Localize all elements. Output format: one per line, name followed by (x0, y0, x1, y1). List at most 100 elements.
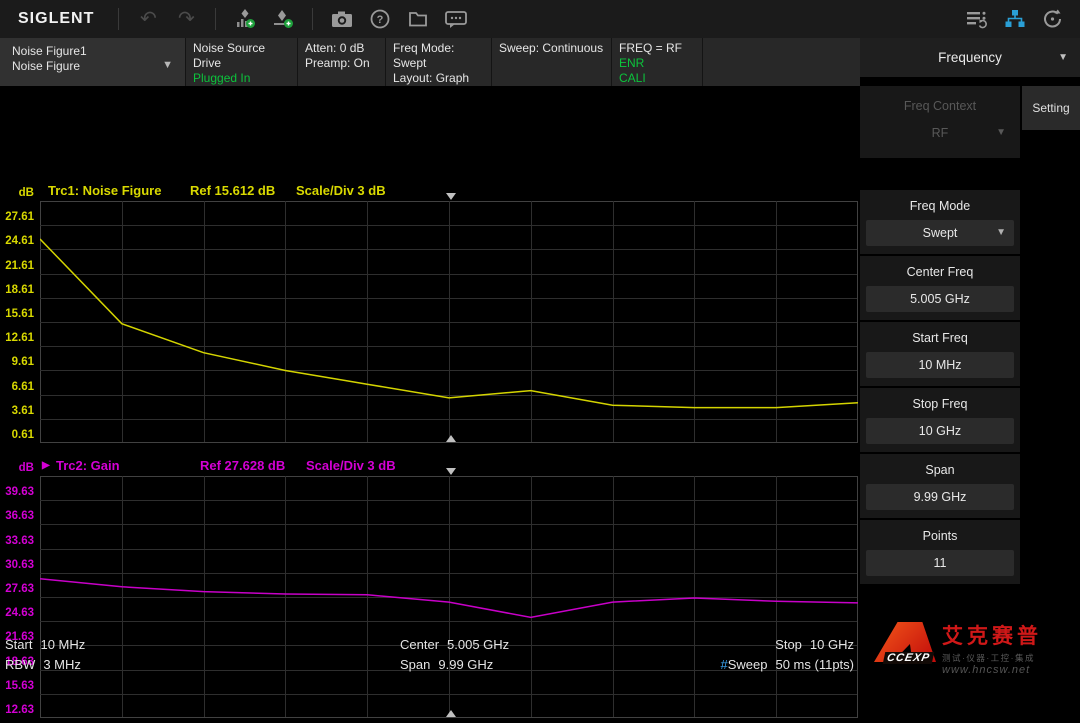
menu-item-label: Freq Mode (860, 199, 1020, 213)
center-freq-field[interactable]: 5.005 GHz (866, 286, 1014, 312)
span-field[interactable]: 9.99 GHz (866, 484, 1014, 510)
y-axis-tick-label: 27.61 (0, 209, 34, 225)
preamp-value: Preamp: On (305, 56, 378, 71)
split-handle-bottom[interactable] (446, 710, 456, 717)
y-axis-tick-label: 33.63 (0, 533, 34, 549)
mode-status: Freq Mode: Swept Layout: Graph DUT:Ampli… (386, 38, 492, 86)
preset-list-icon (964, 8, 990, 30)
menu-item-points[interactable]: Points 11 (860, 520, 1020, 584)
history-button[interactable] (1034, 4, 1072, 34)
add-marker-button[interactable] (264, 4, 302, 34)
points-field[interactable]: 11 (866, 550, 1014, 576)
noise-source-status: Noise Source Drive Plugged In (186, 38, 298, 86)
menu-header-frequency[interactable]: Frequency ▼ (860, 38, 1080, 77)
rbw-readout: RBW3 MHz (5, 657, 81, 672)
tab-setting[interactable]: Setting (1021, 86, 1080, 130)
watermark-tagline: 测试·仪器·工控·集成 (942, 652, 1078, 664)
chevron-down-icon: ▼ (996, 120, 1006, 146)
accexp-logo-text: CCEXP (883, 652, 934, 664)
vendor-watermark: CCEXP 艾克赛普 测试·仪器·工控·集成 www.hncsw.net (856, 620, 1078, 674)
menu-title: Frequency (938, 50, 1002, 65)
status-bar: Noise Figure1 Noise Figure ▼ Noise Sourc… (0, 38, 860, 86)
redo-button[interactable]: ↷ (167, 4, 205, 34)
measurement-selector[interactable]: Noise Figure1 Noise Figure ▼ (0, 38, 186, 86)
sweep-info-footer: Start10 MHz Center5.005 GHz Stop10 GHz R… (0, 634, 860, 676)
cali-flag: CALI (619, 71, 695, 86)
center-freq-readout: Center5.005 GHz (400, 637, 509, 652)
menu-item-stop-freq[interactable]: Stop Freq 10 GHz (860, 388, 1020, 452)
layout-value: Layout: Graph (393, 71, 484, 86)
gain-plot (40, 476, 858, 718)
freq-mode-value: Freq Mode: Swept (393, 41, 484, 71)
split-handle-bottom[interactable] (446, 435, 456, 442)
help-button[interactable]: ? (361, 4, 399, 34)
start-freq-field[interactable]: 10 MHz (866, 352, 1014, 378)
chevron-down-icon: ▼ (162, 58, 173, 73)
atten-status: Atten: 0 dB Preamp: On (298, 38, 386, 86)
setting-tab-label: Setting (1032, 101, 1069, 115)
y-axis-tick-label: 12.61 (0, 330, 34, 346)
noise-figure-plot (40, 201, 858, 443)
status-bar-spacer (703, 38, 860, 86)
stop-freq-field[interactable]: 10 GHz (866, 418, 1014, 444)
svg-text:?: ? (377, 14, 384, 26)
atten-value: Atten: 0 dB (305, 41, 378, 56)
menu-item-center-freq[interactable]: Center Freq 5.005 GHz (860, 256, 1020, 320)
y-axis-tick-label: 0.61 (0, 427, 34, 443)
measurement-subtitle: Noise Figure (12, 59, 178, 74)
toolbar-separator (215, 8, 216, 30)
y-axis-tick-label: 6.61 (0, 379, 34, 395)
y-axis-tick-label: 15.61 (0, 306, 34, 322)
siglent-logo: SIGLENT (18, 10, 94, 28)
message-button[interactable] (437, 4, 475, 34)
start-freq-readout: Start10 MHz (5, 637, 85, 652)
screenshot-button[interactable] (323, 4, 361, 34)
menu-item-freq-mode[interactable]: Freq Mode Swept ▼ (860, 190, 1020, 254)
menu-item-label: Freq Context (860, 99, 1020, 113)
trace2-ref-level: Ref 27.628 dB (200, 458, 285, 473)
menu-item-label: Points (860, 529, 1020, 543)
undo-icon: ↶ (140, 9, 157, 29)
freq-mode-dropdown[interactable]: Swept ▼ (866, 220, 1014, 246)
measurement-title: Noise Figure1 (12, 44, 178, 59)
active-trace-icon: ▶ (42, 460, 50, 471)
add-trace-button[interactable] (226, 4, 264, 34)
sweep-value: Sweep: Continuous (499, 41, 604, 56)
side-menu-panel: Frequency ▼ Setting Freq Context RF ▼ Fr… (860, 38, 1080, 676)
file-button[interactable] (399, 4, 437, 34)
y-axis-tick-label: 15.63 (0, 678, 34, 694)
history-icon (1041, 7, 1065, 31)
menu-item-label: Center Freq (860, 265, 1020, 279)
toolbar-separator (312, 8, 313, 30)
undo-button[interactable]: ↶ (129, 4, 167, 34)
y-axis-tick-label: 21.61 (0, 258, 34, 274)
message-icon (444, 8, 468, 30)
freq-ref-value: FREQ = RF (619, 41, 695, 56)
network-button[interactable] (996, 4, 1034, 34)
y-axis-tick-label: 30.63 (0, 557, 34, 573)
help-icon: ? (369, 8, 391, 30)
menu-item-start-freq[interactable]: Start Freq 10 MHz (860, 322, 1020, 386)
enr-flag: ENR (619, 56, 695, 71)
menu-item-label: Start Freq (860, 331, 1020, 345)
menu-item-span[interactable]: Span 9.99 GHz (860, 454, 1020, 518)
y-axis-tick-label: dB (0, 460, 34, 476)
preset-list-button[interactable] (958, 4, 996, 34)
toolbar-separator (118, 8, 119, 30)
split-handle-top[interactable] (446, 468, 456, 475)
chevron-down-icon: ▼ (996, 220, 1006, 246)
y-axis-tick-label: 18.61 (0, 282, 34, 298)
y-axis-tick-label: 3.61 (0, 403, 34, 419)
trace1-scale-div: Scale/Div 3 dB (296, 183, 386, 198)
stop-freq-readout: Stop10 GHz (775, 637, 854, 652)
sweep-time-readout: #Sweep50 ms (11pts) (721, 657, 855, 672)
freq-ref-status: FREQ = RF ENR CALI (612, 38, 703, 86)
menu-item-label: Span (860, 463, 1020, 477)
watermark-url: www.hncsw.net (942, 664, 1078, 676)
trace1-ref-level: Ref 15.612 dB (190, 183, 275, 198)
trace1-title: Trc1: Noise Figure (48, 183, 161, 198)
split-handle-top[interactable] (446, 193, 456, 200)
add-trace-icon (234, 8, 256, 30)
noise-source-value: Plugged In (193, 71, 290, 86)
trace2-scale-div: Scale/Div 3 dB (306, 458, 396, 473)
